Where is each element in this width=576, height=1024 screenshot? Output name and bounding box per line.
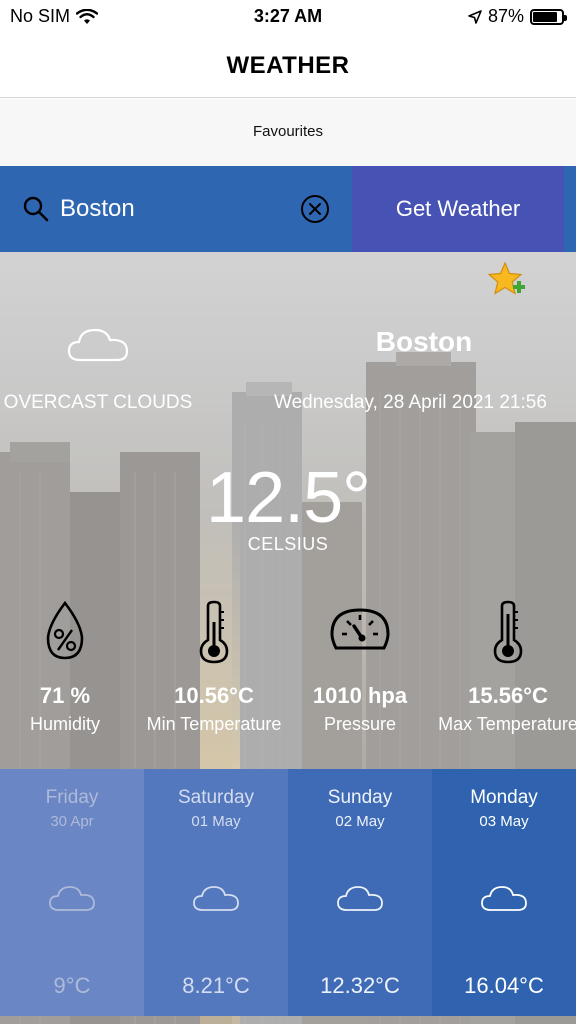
- forecast-temp: 16.04°C: [464, 973, 544, 998]
- pressure-value: 1010 hpa: [312, 683, 408, 708]
- search-bar: Get Weather: [0, 166, 576, 252]
- forecast-temp: 12.32°C: [320, 973, 400, 998]
- favourites-link[interactable]: Favourites: [0, 123, 576, 140]
- forecast-date: 03 May: [479, 813, 529, 830]
- forecast-card-sunday[interactable]: Sunday 02 May 12.32°C: [288, 769, 432, 1016]
- temperature-unit: CELSIUS: [247, 534, 329, 554]
- forecast-date: 30 Apr: [50, 813, 94, 830]
- max-temperature-stat: 15.56°C Max Temperature: [438, 600, 576, 736]
- status-bar: No SIM 3:27 AM 87%: [0, 0, 576, 34]
- current-datetime: Wednesday, 28 April 2021 21:56: [274, 392, 547, 413]
- page-title: WEATHER: [226, 52, 350, 79]
- cloud-icon: [481, 886, 527, 911]
- location-arrow-icon: [468, 9, 482, 24]
- add-favourite-star-icon[interactable]: [487, 261, 527, 301]
- status-right: 87%: [468, 6, 567, 27]
- battery-percent: 87%: [487, 6, 524, 26]
- min-temperature-label: Min Temperature: [146, 714, 282, 734]
- humidity-drop-icon: [46, 600, 84, 660]
- humidity-label: Humidity: [29, 714, 100, 734]
- clear-search-icon[interactable]: [300, 194, 330, 224]
- favourites-bar: Favourites: [0, 99, 576, 166]
- humidity-stat: 71 % Humidity: [0, 600, 135, 736]
- min-temperature-stat: 10.56°C Min Temperature: [144, 600, 284, 736]
- weather-panel: OVERCAST CLOUDS Boston Wednesday, 28 Apr…: [0, 252, 576, 1024]
- battery-fill: [533, 11, 558, 22]
- weather-condition: OVERCAST CLOUDS: [3, 392, 193, 413]
- forecast-card-friday[interactable]: Friday 30 Apr 9°C: [0, 769, 144, 1016]
- cloud-icon: [193, 886, 239, 911]
- forecast-date: 02 May: [335, 813, 385, 830]
- thermometer-icon: [199, 600, 229, 664]
- search-icon: [23, 196, 49, 222]
- get-weather-button[interactable]: Get Weather: [352, 166, 564, 252]
- forecast-list: Friday 30 Apr 9°C Saturday 01 May 8.21°C…: [0, 769, 576, 1016]
- pressure-stat: 1010 hpa Pressure: [290, 600, 430, 736]
- battery-icon: [530, 8, 567, 25]
- cloud-icon: [67, 328, 129, 362]
- forecast-temp: 9°C: [53, 973, 91, 998]
- cloud-icon: [49, 886, 95, 911]
- current-temperature: 12.5°: [206, 458, 371, 538]
- max-temperature-value: 15.56°C: [468, 683, 548, 708]
- city-name: Boston: [375, 326, 473, 357]
- humidity-value: 71 %: [39, 683, 91, 708]
- min-temperature-value: 10.56°C: [174, 683, 254, 708]
- forecast-card-monday[interactable]: Monday 03 May 16.04°C: [432, 769, 576, 1016]
- thermometer-icon: [493, 600, 523, 664]
- cloud-icon: [337, 886, 383, 911]
- forecast-temp: 8.21°C: [182, 973, 250, 998]
- forecast-date: 01 May: [191, 813, 241, 830]
- forecast-day: Monday: [470, 787, 538, 808]
- city-search-input[interactable]: [60, 190, 290, 228]
- forecast-day: Saturday: [177, 787, 255, 808]
- forecast-day: Friday: [45, 787, 99, 808]
- pressure-gauge-icon: [330, 608, 390, 650]
- forecast-day: Sunday: [327, 787, 393, 808]
- navigation-bar: WEATHER: [0, 34, 576, 98]
- forecast-card-saturday[interactable]: Saturday 01 May 8.21°C: [144, 769, 288, 1016]
- pressure-label: Pressure: [323, 714, 397, 734]
- max-temperature-label: Max Temperature: [438, 714, 576, 734]
